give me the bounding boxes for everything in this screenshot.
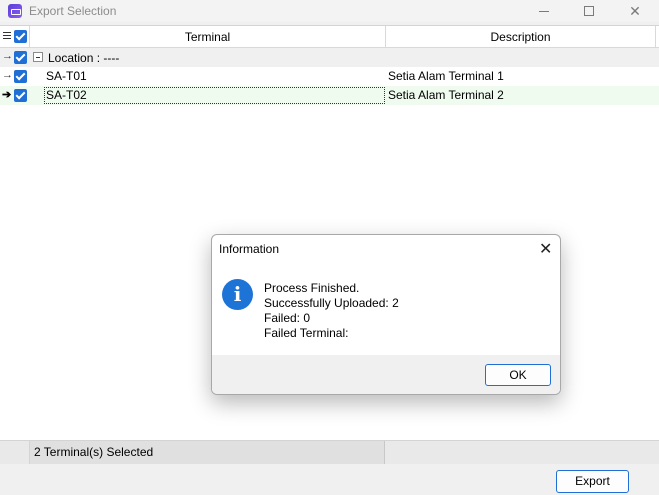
- close-icon: ✕: [629, 3, 641, 19]
- column-header-terminal[interactable]: Terminal: [30, 26, 386, 48]
- header-indicator-cell: [0, 26, 30, 48]
- export-button[interactable]: Export: [556, 470, 629, 493]
- terminal-cell[interactable]: SA-T02: [46, 86, 87, 105]
- minimize-icon: [539, 10, 549, 12]
- ok-button[interactable]: OK: [485, 364, 551, 386]
- column-chooser-icon[interactable]: [3, 32, 11, 42]
- title-bar: Export Selection ✕: [0, 0, 659, 22]
- footer-indicator-cell: [0, 441, 30, 464]
- message-line: Failed Terminal:: [264, 326, 349, 340]
- row-indicator-arrow-icon: →: [2, 69, 13, 81]
- message-line: Process Finished.: [264, 281, 360, 295]
- dialog-message: Process Finished. Successfully Uploaded:…: [264, 281, 399, 341]
- information-dialog: Information ✕ i Process Finished. Succes…: [211, 234, 561, 395]
- focused-cell-outline: [44, 87, 385, 104]
- dialog-title: Information: [219, 242, 280, 256]
- dialog-footer: OK: [212, 355, 560, 394]
- maximize-button[interactable]: [566, 0, 612, 22]
- table-row[interactable]: ➔ SA-T02 Setia Alam Terminal 2: [0, 86, 659, 105]
- grid-footer: 2 Terminal(s) Selected: [0, 440, 659, 464]
- group-checkbox[interactable]: [14, 51, 27, 64]
- message-line: Successfully Uploaded: 2: [264, 296, 399, 310]
- row-indicator-arrow-icon: →: [2, 50, 13, 62]
- window-title: Export Selection: [29, 4, 117, 18]
- collapse-icon[interactable]: [33, 52, 43, 62]
- minimize-button[interactable]: [521, 0, 567, 22]
- close-button[interactable]: ✕: [612, 0, 658, 22]
- description-cell[interactable]: Setia Alam Terminal 1: [388, 67, 504, 86]
- row-checkbox[interactable]: [14, 89, 27, 102]
- maximize-icon: [584, 6, 594, 16]
- current-row-arrow-icon: ➔: [2, 89, 12, 101]
- row-checkbox[interactable]: [14, 70, 27, 83]
- group-row[interactable]: → Location : ----: [0, 48, 659, 67]
- table-row[interactable]: → SA-T01 Setia Alam Terminal 1: [0, 67, 659, 86]
- description-cell[interactable]: Setia Alam Terminal 2: [388, 86, 504, 105]
- terminal-cell[interactable]: SA-T01: [46, 67, 87, 86]
- message-line: Failed: 0: [264, 311, 311, 325]
- column-header-description[interactable]: Description: [386, 26, 656, 48]
- group-label: Location : ----: [48, 51, 120, 65]
- select-all-checkbox[interactable]: [14, 30, 27, 43]
- dialog-body: i Process Finished. Successfully Uploade…: [212, 265, 560, 355]
- selection-count: 2 Terminal(s) Selected: [30, 441, 385, 464]
- info-icon: i: [222, 279, 253, 310]
- dialog-close-icon[interactable]: ✕: [539, 239, 552, 259]
- grid-header: Terminal Description: [0, 26, 659, 48]
- app-icon: [8, 4, 22, 18]
